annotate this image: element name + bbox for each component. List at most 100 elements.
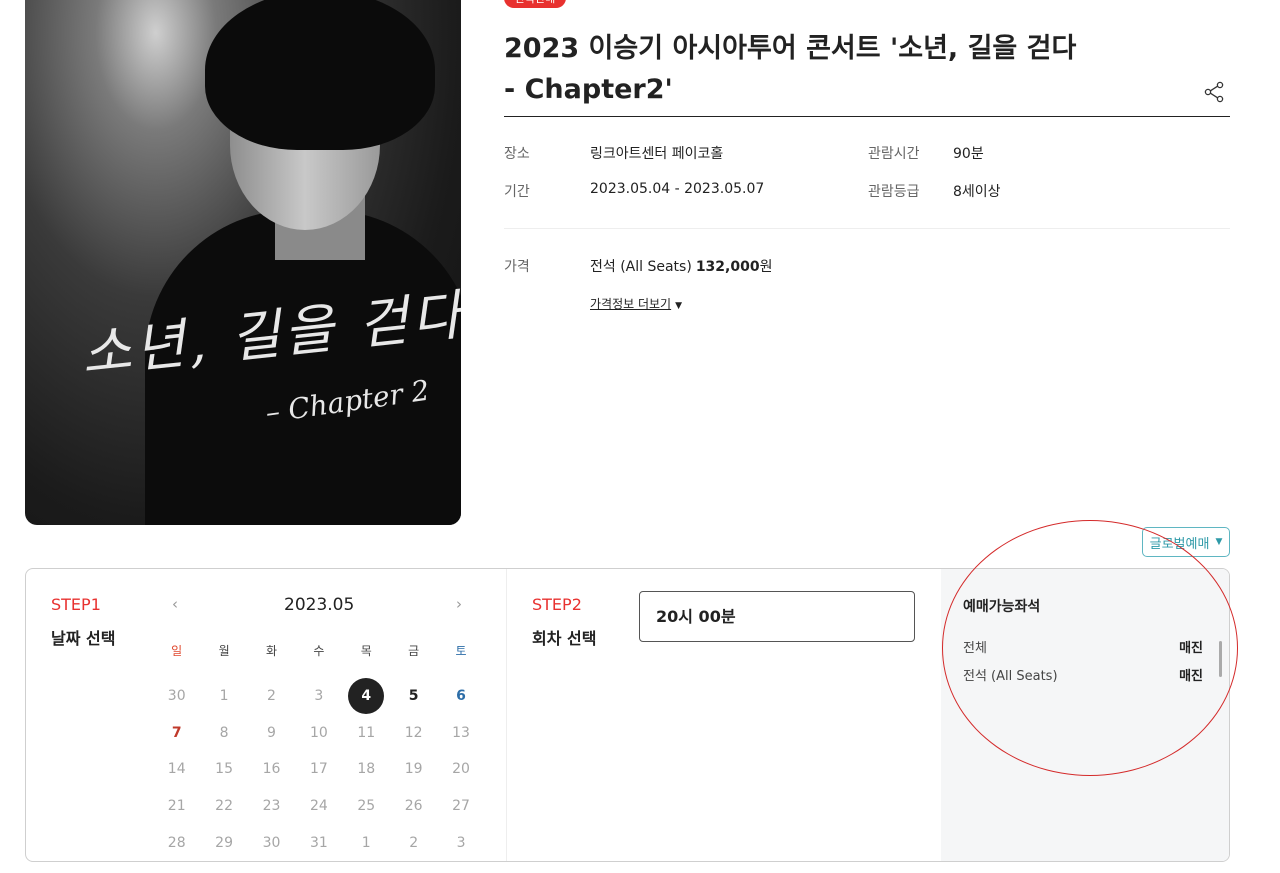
calendar-day-number: 31 bbox=[309, 834, 328, 851]
period-value: 2023.05.04 - 2023.05.07 bbox=[590, 181, 765, 197]
available-seats-box: 예매가능좌석 전체 매진 전석 (All Seats) 매진 bbox=[941, 569, 1229, 861]
runtime-label: 관람시간 bbox=[868, 146, 920, 162]
calendar-day: 11 bbox=[343, 714, 390, 751]
calendar-day-number: 18 bbox=[357, 761, 376, 778]
calendar-day: 10 bbox=[295, 714, 342, 751]
calendar-day: 8 bbox=[200, 714, 247, 751]
calendar-day-number: 27 bbox=[452, 798, 470, 815]
calendar-day: 23 bbox=[248, 788, 295, 825]
calendar-day: 15 bbox=[200, 751, 247, 788]
calendar-day-number: 12 bbox=[404, 724, 423, 741]
calendar-day-number: 26 bbox=[404, 798, 423, 815]
calendar-day-number: 30 bbox=[167, 688, 186, 705]
calendar-day-number: 11 bbox=[357, 724, 376, 741]
weekday-header: 일 bbox=[171, 644, 183, 658]
weekday-header: 금 bbox=[408, 644, 420, 658]
calendar-day: 28 bbox=[153, 824, 200, 861]
seat-status: 매진 bbox=[1179, 641, 1203, 656]
calendar-prev-icon[interactable]: ‹ bbox=[172, 595, 178, 613]
calendar-day-number: 2 bbox=[409, 834, 419, 851]
session-option-button[interactable]: 20시 00분 bbox=[639, 591, 915, 642]
calendar-day-number: 17 bbox=[309, 761, 328, 778]
poster-figure-hair bbox=[205, 0, 435, 150]
seat-list-scrollbar[interactable] bbox=[1219, 641, 1222, 677]
weekday-header: 토 bbox=[455, 644, 467, 658]
calendar-day[interactable]: 7 bbox=[153, 714, 200, 751]
calendar-day-number: 13 bbox=[452, 724, 470, 741]
weekday-header: 화 bbox=[265, 644, 277, 658]
calendar-day-number: 4 bbox=[348, 678, 385, 715]
calendar-day: 2 bbox=[248, 678, 295, 715]
calendar-day: 27 bbox=[437, 788, 484, 825]
calendar-day-number: 23 bbox=[262, 798, 281, 815]
price-more-link[interactable]: 가격정보 더보기 ▼ bbox=[590, 295, 682, 312]
calendar-grid: 일 월 화 수 목 금 토 30 1 2 3 4 5 6 7 8 9 10 11 12 13 14 15 16 17 18 19 20… bbox=[153, 641, 485, 861]
calendar-day: 3 bbox=[295, 678, 342, 715]
calendar-day-number: 8 bbox=[219, 724, 229, 741]
calendar-day-number: 28 bbox=[167, 834, 186, 851]
price-seat-name: 전석 (All Seats) bbox=[590, 259, 692, 275]
venue-value: 링크아트센터 페이코홀 bbox=[590, 146, 724, 162]
calendar-day-number: 3 bbox=[456, 834, 466, 851]
weekday-header: 목 bbox=[360, 644, 372, 658]
share-icon[interactable] bbox=[1203, 80, 1227, 104]
available-seats-title: 예매가능좌석 bbox=[963, 599, 1041, 615]
calendar-day-number: 15 bbox=[215, 761, 233, 778]
price-label: 가격 bbox=[504, 259, 530, 275]
venue-label: 장소 bbox=[504, 146, 530, 162]
calendar-day: 26 bbox=[390, 788, 437, 825]
calendar-day-number: 30 bbox=[262, 834, 281, 851]
page-title: 2023 이승기 아시아투어 콘서트 '소년, 길을 걷다 - Chapter2… bbox=[504, 33, 1077, 105]
calendar-day: 16 bbox=[248, 751, 295, 788]
calendar-day: 19 bbox=[390, 751, 437, 788]
global-booking-button[interactable]: 글로벌예매 ▼ bbox=[1142, 527, 1230, 557]
seat-grade: 전체 bbox=[963, 641, 987, 656]
calendar-day-number: 21 bbox=[167, 798, 186, 815]
calendar-day: 17 bbox=[295, 751, 342, 788]
seat-status: 매진 bbox=[1179, 669, 1203, 684]
calendar-day-selected[interactable]: 4 bbox=[343, 678, 390, 715]
calendar-day-number: 24 bbox=[309, 798, 328, 815]
calendar-day: 29 bbox=[200, 824, 247, 861]
calendar-day-number: 5 bbox=[408, 688, 419, 705]
calendar-day: 1 bbox=[343, 824, 390, 861]
price-row: 전석 (All Seats) 132,000원 bbox=[590, 256, 772, 276]
price-more-label: 가격정보 더보기 bbox=[590, 297, 672, 311]
calendar-day: 30 bbox=[248, 824, 295, 861]
calendar-day: 24 bbox=[295, 788, 342, 825]
rating-label: 관람등급 bbox=[868, 184, 920, 200]
calendar-day: 25 bbox=[343, 788, 390, 825]
calendar-day[interactable]: 5 bbox=[390, 678, 437, 715]
calendar-next-icon[interactable]: › bbox=[456, 595, 462, 613]
period-label: 기간 bbox=[504, 184, 530, 200]
runtime-value: 90분 bbox=[953, 146, 984, 162]
calendar-day-number: 14 bbox=[167, 761, 186, 778]
calendar-day: 3 bbox=[437, 824, 484, 861]
calendar-day-number: 7 bbox=[171, 724, 182, 741]
calendar-day-number: 20 bbox=[452, 761, 470, 778]
calendar-day: 20 bbox=[437, 751, 484, 788]
calendar-day: 12 bbox=[390, 714, 437, 751]
weekday-header: 수 bbox=[313, 644, 325, 658]
weekday-header: 월 bbox=[218, 644, 230, 658]
calendar-day-number: 2 bbox=[267, 688, 276, 705]
calendar-day: 31 bbox=[295, 824, 342, 861]
step1-label: STEP1 bbox=[51, 595, 101, 614]
step2-label: STEP2 bbox=[532, 595, 582, 614]
title-divider bbox=[504, 116, 1230, 117]
calendar-month: 2023.05 bbox=[284, 595, 355, 615]
calendar-day: 18 bbox=[343, 751, 390, 788]
calendar-day: 30 bbox=[153, 678, 200, 715]
calendar-day-number: 1 bbox=[361, 834, 371, 851]
calendar-day-number: 1 bbox=[219, 688, 229, 705]
calendar-day: 21 bbox=[153, 788, 200, 825]
calendar-day: 14 bbox=[153, 751, 200, 788]
calendar-day-number: 22 bbox=[215, 798, 233, 815]
calendar-day[interactable]: 6 bbox=[437, 678, 484, 715]
price-amount: 132,000 bbox=[695, 259, 760, 275]
concert-poster: 소년, 길을 걷다 – Chapter 2 bbox=[25, 0, 461, 525]
booking-panel: STEP1 날짜 선택 ‹ 2023.05 › 일 월 화 수 목 금 토 30 1 2 3 4 5 6 7… bbox=[25, 568, 1230, 862]
rating-value: 8세이상 bbox=[953, 184, 1001, 200]
calendar-day: 2 bbox=[390, 824, 437, 861]
calendar-day: 22 bbox=[200, 788, 247, 825]
